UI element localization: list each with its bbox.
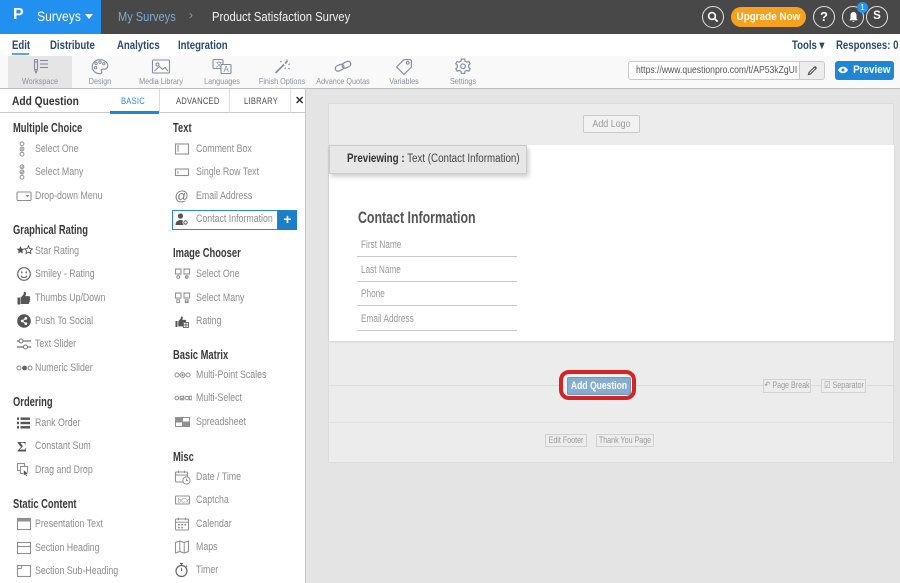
svg-text:@: @ [175, 188, 189, 204]
svg-text:A: A [224, 65, 230, 74]
svg-text:Σ: Σ [17, 440, 27, 455]
svg-text:bCx: bCx [178, 498, 190, 505]
